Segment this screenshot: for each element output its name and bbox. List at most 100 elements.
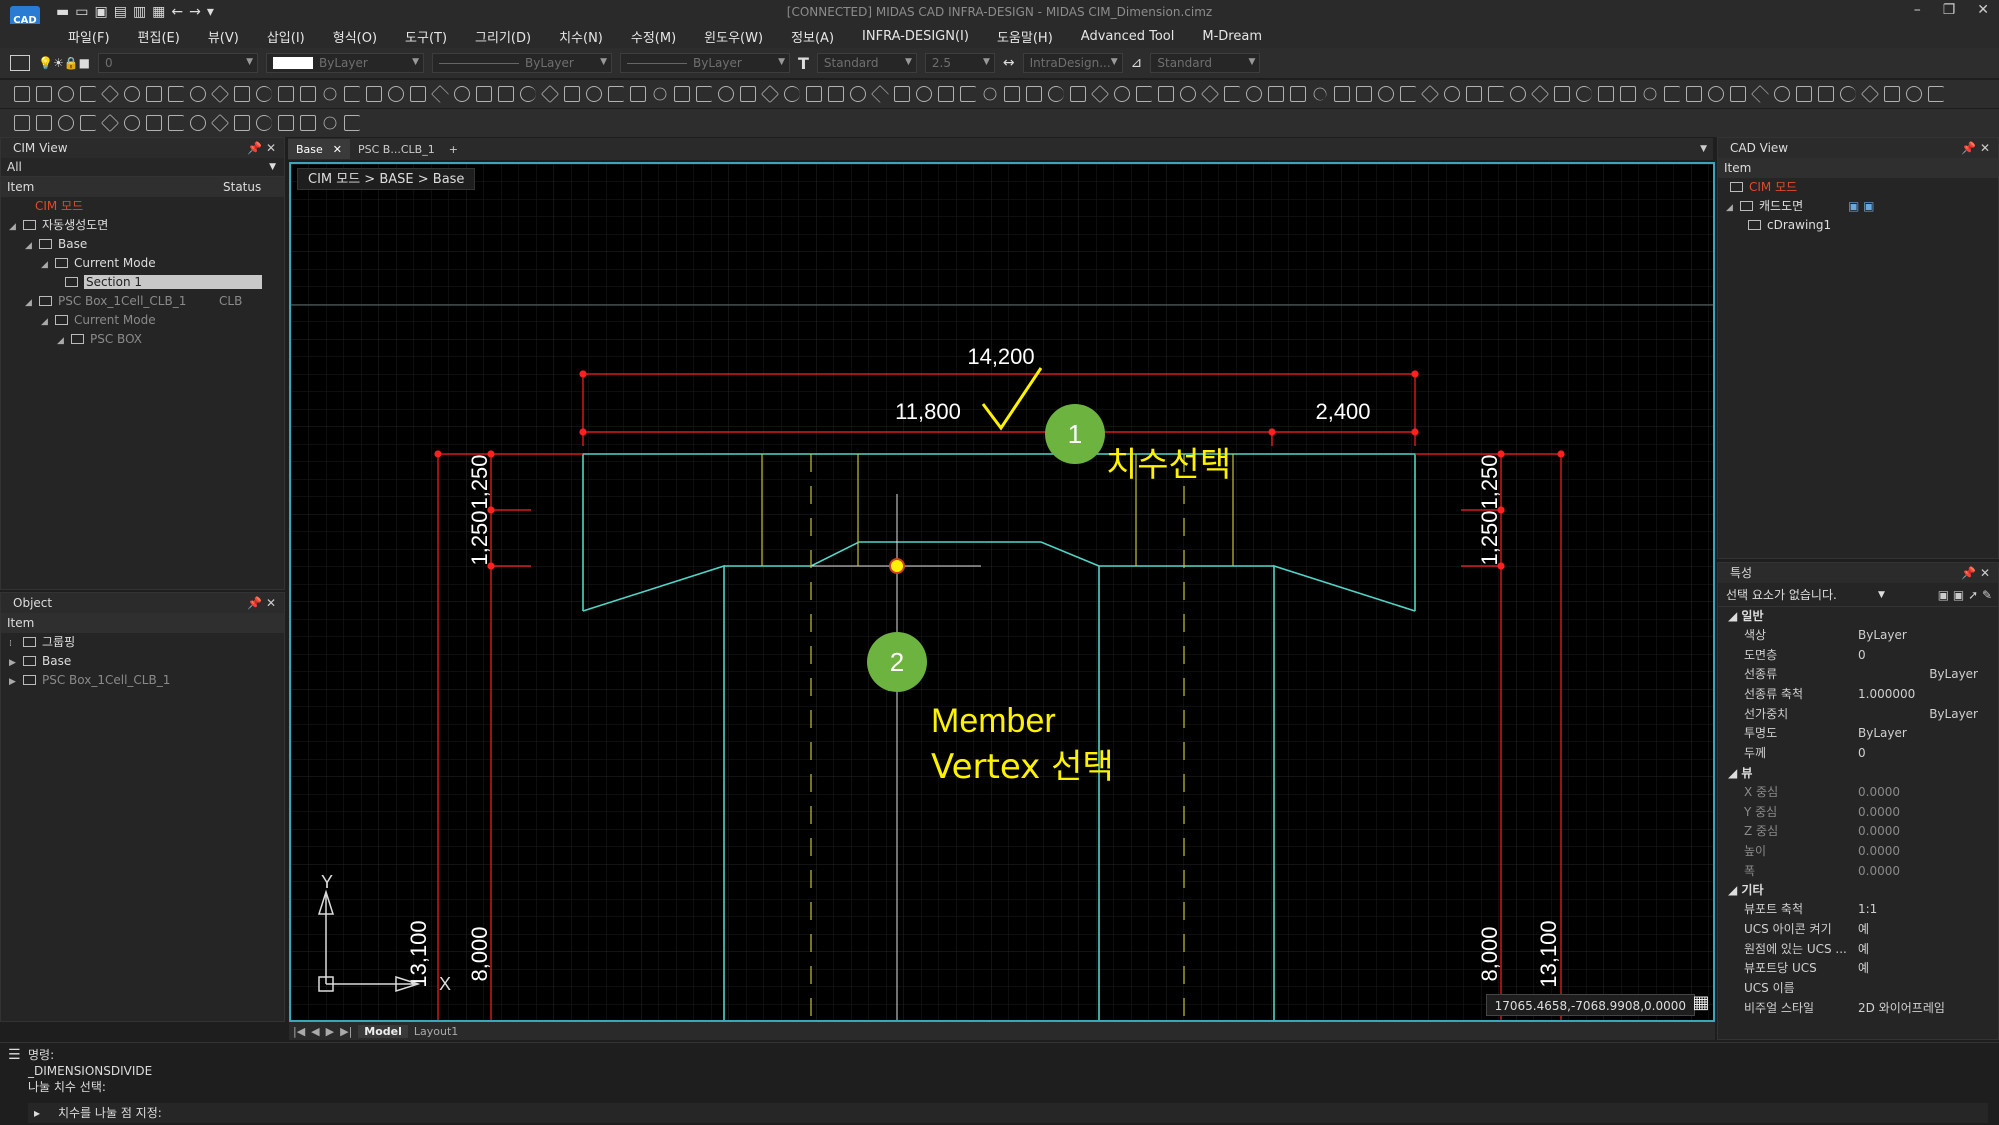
tool-icon[interactable]: [168, 115, 184, 131]
tool-icon[interactable]: [916, 86, 932, 102]
layer-manager-icon[interactable]: [10, 55, 30, 71]
property-row[interactable]: 도면층 0: [1718, 646, 1998, 666]
tool-icon[interactable]: [1730, 86, 1746, 102]
tool-icon[interactable]: [454, 86, 470, 102]
tool-icon[interactable]: [1860, 84, 1880, 104]
menu-item[interactable]: 수정(M): [631, 27, 676, 46]
tool-icon[interactable]: [1136, 86, 1152, 102]
tool-icon[interactable]: [1070, 86, 1086, 102]
tool-icon[interactable]: [1026, 86, 1042, 102]
tool-icon[interactable]: [540, 84, 560, 104]
tool-icon[interactable]: [234, 115, 250, 131]
tool-icon[interactable]: [168, 86, 184, 102]
property-row[interactable]: 두께 0: [1718, 744, 1998, 764]
tool-icon[interactable]: [58, 115, 74, 131]
tree-item[interactable]: ◢ 자동생성도면: [1, 216, 284, 235]
tool-icon[interactable]: [1488, 86, 1504, 102]
object-item[interactable]: ⁞ 그룹핑: [1, 633, 284, 652]
tool-icon[interactable]: [36, 86, 52, 102]
property-row[interactable]: 색상 ByLayer: [1718, 626, 1998, 646]
tool-icon[interactable]: [828, 86, 844, 102]
property-row[interactable]: 높이 0.0000: [1718, 842, 1998, 862]
dim-right-13100[interactable]: 13,100: [1536, 920, 1561, 987]
cad-tree-item[interactable]: cDrawing1: [1718, 216, 1998, 235]
tool-icon[interactable]: [410, 86, 426, 102]
tool-icon[interactable]: [320, 113, 340, 133]
tool-icon[interactable]: [520, 86, 536, 102]
tool-icon[interactable]: [1466, 86, 1482, 102]
menu-item[interactable]: 치수(N): [559, 27, 603, 46]
textstyle-combo[interactable]: Standard ▼: [816, 53, 917, 73]
add-tab-icon[interactable]: +: [443, 143, 464, 156]
tool-icon[interactable]: [1576, 86, 1592, 102]
document-tab[interactable]: PSC B...CLB_1: [350, 139, 443, 159]
dim-right-v2[interactable]: 1,250: [1477, 510, 1502, 565]
lineweight-combo[interactable]: ByLayer ▼: [619, 53, 790, 73]
property-row[interactable]: 투명도 ByLayer: [1718, 724, 1998, 744]
tool-icon[interactable]: [146, 115, 162, 131]
selection-combo[interactable]: 선택 요소가 없습니다. ▼ ▣ ▣ ➚ ✎: [1718, 583, 1998, 607]
property-row[interactable]: 뷰포트 축척 1:1: [1718, 900, 1998, 920]
last-layout-icon[interactable]: ▶|: [340, 1025, 352, 1038]
tool-icon[interactable]: [80, 115, 96, 131]
tree-item[interactable]: ◢ Current Mode: [1, 254, 284, 273]
menu-item[interactable]: 파일(F): [68, 27, 110, 46]
property-row[interactable]: 뷰포트당 UCS 예: [1718, 959, 1998, 979]
tab-model[interactable]: Model: [358, 1024, 408, 1038]
tool-icon[interactable]: [806, 86, 822, 102]
cad-tree-item[interactable]: ◢ 캐드도면 ▣ ▣: [1718, 197, 1998, 216]
document-tab[interactable]: Base ✕: [288, 139, 351, 159]
tool-icon[interactable]: [1444, 86, 1460, 102]
tool-icon[interactable]: [1090, 84, 1110, 104]
tool-icon[interactable]: [1224, 86, 1240, 102]
next-layout-icon[interactable]: ▶: [326, 1025, 334, 1038]
tool-icon[interactable]: [1356, 86, 1372, 102]
tool-icon[interactable]: [1048, 86, 1064, 102]
expand-icon[interactable]: ▶: [9, 673, 23, 692]
drawing-viewport[interactable]: 14,200 11,800 2,400 1,250 1,250 1,250 1,…: [289, 162, 1715, 1022]
tool-icon[interactable]: [124, 115, 140, 131]
dim-style-icon[interactable]: ↔: [1003, 55, 1015, 71]
drawing-canvas[interactable]: 14,200 11,800 2,400 1,250 1,250 1,250 1,…: [291, 164, 1715, 1022]
tool-icon[interactable]: [1708, 86, 1724, 102]
tool-icon[interactable]: [1246, 86, 1262, 102]
tool-icon[interactable]: [1686, 86, 1702, 102]
close-icon[interactable]: ✕: [1977, 2, 1989, 18]
menu-item[interactable]: 형식(O): [333, 27, 377, 46]
panel-pin-close-icons[interactable]: 📌 ✕: [1961, 563, 1990, 583]
tool-icon[interactable]: [344, 115, 360, 131]
cad-tree-item[interactable]: CIM 모드: [1718, 178, 1998, 197]
dim-left-8000[interactable]: 8,000: [467, 926, 492, 981]
menu-item[interactable]: 도움말(H): [997, 27, 1053, 46]
property-row[interactable]: UCS 이름: [1718, 979, 1998, 999]
textheight-combo[interactable]: 2.5 ▼: [924, 53, 995, 73]
breadcrumb[interactable]: CIM 모드 > BASE > Base: [297, 168, 476, 190]
dim-top-left[interactable]: 11,800: [895, 399, 961, 424]
text-style-icon[interactable]: T: [798, 54, 809, 73]
tool-icon[interactable]: [784, 86, 800, 102]
menu-item[interactable]: 뷰(V): [208, 27, 239, 46]
minimize-icon[interactable]: –: [1914, 2, 1921, 18]
tool-icon[interactable]: [1530, 84, 1550, 104]
tool-icon[interactable]: [1114, 86, 1130, 102]
layer-state-icons[interactable]: 💡☀🔒■: [38, 56, 90, 70]
menu-item[interactable]: 도구(T): [405, 27, 447, 46]
tool-icon[interactable]: [234, 86, 250, 102]
property-row[interactable]: X 중심 0.0000: [1718, 783, 1998, 803]
tool-icon[interactable]: [1840, 86, 1856, 102]
tool-icon[interactable]: [1200, 84, 1220, 104]
tool-icon[interactable]: [430, 84, 450, 104]
tool-icon[interactable]: [1310, 84, 1330, 104]
tree-item[interactable]: ◢ PSC BOX: [1, 330, 284, 349]
tree-item[interactable]: CIM 모드: [1, 197, 284, 216]
tool-icon[interactable]: [1268, 86, 1284, 102]
tool-icon[interactable]: [1180, 86, 1196, 102]
tool-icon[interactable]: [850, 86, 866, 102]
tool-icon[interactable]: [124, 86, 140, 102]
tool-icon[interactable]: [740, 86, 756, 102]
tool-icon[interactable]: [1664, 86, 1680, 102]
property-row[interactable]: 폭 0.0000: [1718, 862, 1998, 882]
object-item[interactable]: ▶ Base: [1, 652, 284, 671]
quick-select-icons[interactable]: ▣ ▣ ➚ ✎: [1938, 583, 1992, 607]
command-input[interactable]: ▸ 치수를 나눌 점 지정:: [28, 1103, 1988, 1123]
